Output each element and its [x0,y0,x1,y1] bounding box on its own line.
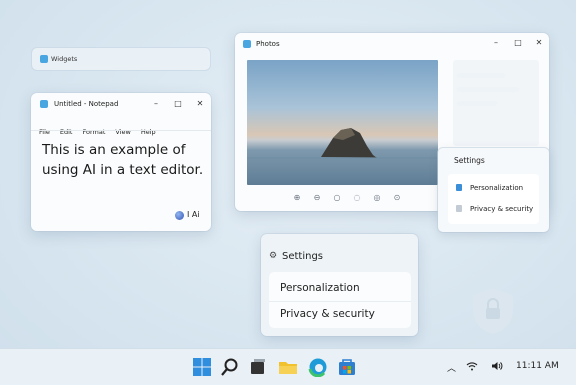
volume-icon[interactable] [491,361,503,371]
zoom-out-icon[interactable]: ⊖ [307,193,327,202]
settings-panel-item-privacy[interactable]: Privacy & security [470,205,533,213]
chevron-up-icon[interactable]: ︿ [447,361,456,374]
clock[interactable]: 11:11 AM [516,361,559,371]
notepad-icon [40,100,48,108]
settings-panel-item-personalization[interactable]: Personalization [470,184,523,192]
palette-icon [456,184,462,191]
widgets-icon [40,55,48,63]
rock-island-image [247,128,438,159]
minimize-button[interactable]: – [490,38,502,48]
wifi-icon[interactable] [466,361,478,371]
taskbar: ︿ 11:11 AM [0,348,576,385]
settings-title: Settings [282,251,324,262]
task-view-icon[interactable] [248,357,268,377]
divider [31,130,211,131]
store-icon[interactable] [337,357,357,377]
ai-logo-icon [175,211,184,220]
photo-toolbar: ⊕ ⊖ ○ ◌ ◎ ⊙ [287,193,407,202]
notepad-window[interactable]: Untitled - Notepad – □ ✕ File Edit Format V… [31,93,211,231]
settings-panel[interactable]: Settings Personalization Privacy & secur… [438,148,549,232]
close-button[interactable]: ✕ [194,99,206,109]
settings-window[interactable]: ⚙ Settings Personalization Privacy & sec… [261,234,418,336]
widgets-label: Widgets [51,55,78,63]
photos-titlebar[interactable]: Photos – □ ✕ [235,33,549,55]
placeholder-line [457,73,505,78]
file-explorer-icon[interactable] [278,357,298,377]
share-icon[interactable]: ⊙ [387,193,407,202]
shield-icon [473,288,513,334]
widgets-bar[interactable]: Widgets [32,48,210,70]
photos-icon [243,40,251,48]
maximize-button[interactable]: □ [512,38,524,48]
placeholder-line [457,101,497,106]
edit-icon[interactable]: ◎ [367,193,387,202]
minimize-button[interactable]: – [150,99,162,109]
crop-icon[interactable]: ◌ [347,193,367,202]
gear-icon: ⚙ [269,251,278,261]
menu-bar: File Edit Format View Help [39,119,166,138]
placeholder-line [457,87,519,92]
settings-item-privacy[interactable]: Privacy & security [280,308,375,320]
settings-list: Personalization Privacy & security [269,272,411,328]
settings-panel-title: Settings [454,156,485,165]
photos-title: Photos [256,40,280,48]
rotate-icon[interactable]: ○ [327,193,347,202]
divider [269,301,411,302]
search-icon[interactable] [220,357,240,377]
lock-icon [456,205,462,212]
windows-start-icon[interactable] [192,357,212,377]
maximize-button[interactable]: □ [172,99,184,109]
settings-item-personalization[interactable]: Personalization [280,282,360,294]
text-area[interactable]: This is an example of using AI in a text… [42,140,207,180]
zoom-in-icon[interactable]: ⊕ [287,193,307,202]
edge-icon[interactable] [308,357,328,377]
photo-image[interactable] [247,60,438,185]
ai-badge[interactable]: I Ai [187,210,200,219]
notepad-titlebar[interactable]: Untitled - Notepad – □ ✕ [31,93,211,115]
close-button[interactable]: ✕ [533,38,545,48]
settings-panel-list: Personalization Privacy & security [448,174,539,224]
notepad-title: Untitled - Notepad [54,100,119,108]
